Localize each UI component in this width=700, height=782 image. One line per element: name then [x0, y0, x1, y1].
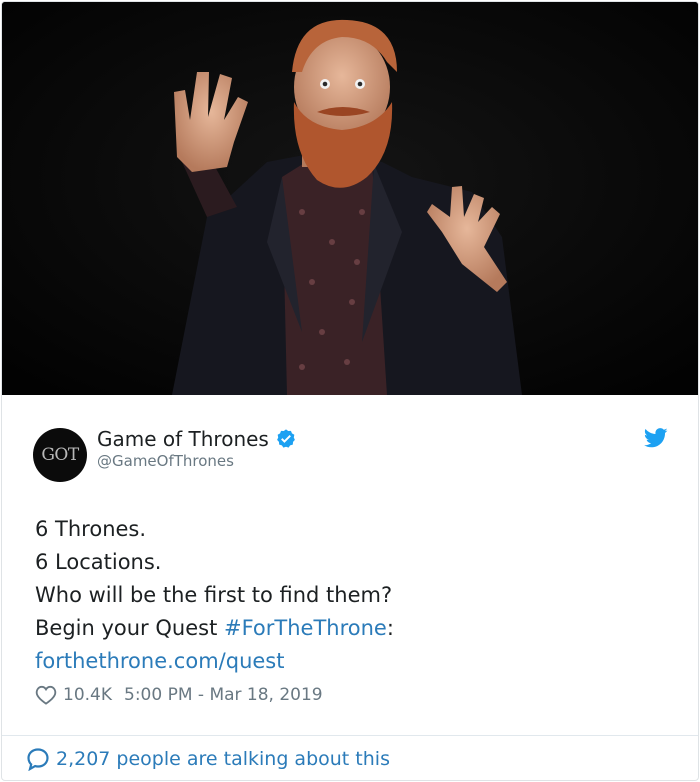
tweet-line-4: Begin your Quest #ForTheThrone: — [35, 612, 675, 645]
talking-label[interactable]: 2,207 people are talking about this — [56, 748, 390, 770]
tweet-line-4-suffix: : — [386, 616, 394, 640]
tweet-timestamp[interactable]: 5:00 PM - Mar 18, 2019 — [124, 685, 323, 705]
tweet-text: 6 Thrones. 6 Locations. Who will be the … — [35, 513, 675, 678]
tweet-line-2: 6 Locations. — [35, 550, 162, 574]
like-count[interactable]: 10.4K — [63, 685, 112, 705]
footer-divider — [2, 735, 698, 736]
verified-badge-icon — [275, 428, 297, 450]
heart-icon[interactable] — [35, 685, 57, 705]
author-display-name[interactable]: Game of Thrones — [97, 427, 269, 451]
author-handle[interactable]: @GameOfThrones — [97, 452, 234, 470]
avatar-text: GOT — [41, 445, 79, 465]
twitter-bird-icon[interactable] — [643, 427, 668, 449]
media-image — [2, 2, 698, 395]
tweet-line-1: 6 Thrones. — [35, 517, 147, 541]
author-name-row[interactable]: Game of Thrones — [97, 425, 297, 453]
tweet-media[interactable] — [2, 2, 698, 395]
tweet-card: GOT Game of Thrones @GameOfThrones 6 Thr… — [1, 1, 699, 781]
author-avatar[interactable]: GOT — [33, 428, 87, 482]
quest-url-link[interactable]: forthethrone.com/quest — [35, 645, 675, 678]
speech-bubble-icon — [27, 748, 49, 771]
tweet-meta: 10.4K 5:00 PM - Mar 18, 2019 — [35, 683, 323, 707]
tweet-line-4-prefix: Begin your Quest — [35, 616, 224, 640]
hashtag-link[interactable]: #ForTheThrone — [224, 616, 387, 640]
conversation-link[interactable]: 2,207 people are talking about this — [26, 746, 390, 772]
tweet-line-3: Who will be the first to find them? — [35, 583, 393, 607]
